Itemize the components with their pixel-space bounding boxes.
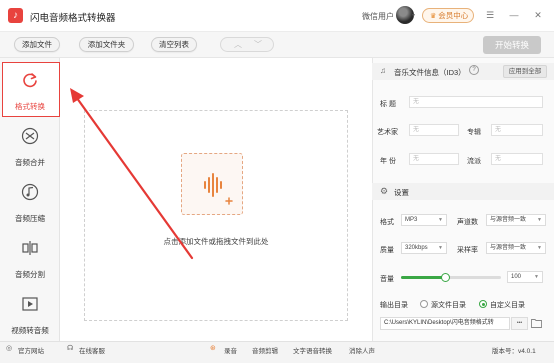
apply-all-button[interactable]: 应用到全部 — [503, 65, 547, 78]
start-convert-button[interactable]: 开始转换 — [483, 36, 541, 54]
user-name[interactable]: 微信用户 — [362, 11, 394, 22]
menu-icon[interactable]: ☰ — [483, 8, 497, 22]
move-down-icon[interactable]: ﹀ — [249, 38, 267, 51]
output-dir-label: 输出目录 — [380, 302, 408, 309]
globe-icon: ◎ — [6, 345, 13, 352]
album-input[interactable]: 无 — [491, 124, 543, 136]
minimize-icon[interactable]: — — [507, 8, 521, 22]
merge-icon — [21, 127, 39, 145]
sidebar-item-audio-merge[interactable]: 音频合并 — [0, 118, 60, 174]
sidebar-item-label: 格式转换 — [15, 102, 45, 111]
gear-icon: ⚙ — [380, 186, 389, 196]
close-icon[interactable]: ✕ — [531, 8, 545, 22]
quality-value: 320kbps — [405, 245, 428, 251]
year-label: 年 份 — [380, 158, 396, 165]
folder-icon[interactable] — [531, 318, 542, 328]
add-folder-button[interactable]: 添加文件夹 — [79, 37, 134, 52]
channel-select[interactable]: 与源音频一致 ▼ — [486, 214, 546, 226]
artist-label: 艺术家 — [377, 129, 398, 136]
annotation-arrow — [70, 88, 194, 260]
refresh-icon — [23, 73, 37, 88]
format-label: 格式 — [380, 219, 394, 226]
radio-dot — [481, 302, 485, 306]
artist-input[interactable]: 无 — [409, 124, 459, 136]
quality-label: 质量 — [380, 247, 394, 254]
format-value: MP3 — [405, 217, 418, 223]
volume-slider-handle[interactable] — [440, 273, 450, 282]
move-up-icon[interactable]: ︿ — [229, 38, 247, 51]
samplerate-value: 与源音频一致 — [490, 245, 527, 251]
channel-value: 与源音频一致 — [490, 217, 527, 223]
help-icon[interactable]: ? — [469, 65, 479, 75]
website-link[interactable]: 官方网站 — [18, 345, 44, 355]
chevron-down-icon: ▼ — [438, 245, 443, 251]
settings-section-header: ⚙ 设置 — [372, 183, 554, 200]
support-link[interactable]: 在线客服 — [79, 345, 105, 355]
format-select[interactable]: MP3 ▼ — [401, 214, 447, 226]
clear-list-button[interactable]: 清空列表 — [151, 37, 197, 52]
sidebar-item-format-convert[interactable]: 格式转换 — [0, 62, 60, 118]
source-dir-label: 源文件目录 — [431, 302, 466, 309]
split-icon — [22, 241, 38, 255]
samplerate-label: 采样率 — [457, 247, 478, 254]
volume-label: 音量 — [380, 276, 394, 283]
reorder-group: ︿ ﹀ — [220, 37, 274, 52]
settings-title: 设置 — [394, 188, 409, 197]
vip-center-button[interactable]: ♛ 会员中心 — [422, 8, 474, 23]
sidebar-item-label: 音频压缩 — [15, 214, 45, 223]
chevron-down-icon[interactable]: ▼ — [411, 13, 416, 19]
title-label: 标 题 — [380, 101, 396, 108]
tool-remove-vocals[interactable]: 消除人声 — [349, 345, 375, 355]
music-settings-icon: ♫ — [380, 66, 386, 75]
tool-audio-edit[interactable]: 音频剪辑 — [252, 345, 278, 355]
volume-slider-fill — [401, 276, 445, 279]
volume-stepper[interactable]: 100 ▼ — [507, 271, 543, 283]
volume-slider-track[interactable] — [401, 273, 501, 282]
chevron-down-icon: ▼ — [537, 245, 542, 251]
custom-dir-label: 自定义目录 — [490, 302, 525, 309]
sidebar-item-label: 视频转音频 — [11, 326, 49, 335]
vip-label: 会员中心 — [438, 11, 469, 20]
volume-value: 100 — [511, 274, 522, 280]
chevron-down-icon: ▼ — [537, 217, 542, 223]
sidebar-item-audio-compress[interactable]: 音频压缩 — [0, 174, 60, 230]
genre-label: 流派 — [467, 158, 481, 165]
radio-custom-dir[interactable] — [479, 300, 487, 308]
quality-select[interactable]: 320kbps ▼ — [401, 242, 447, 254]
chevron-down-icon: ▼ — [534, 274, 539, 280]
app-logo-icon: ♪ — [8, 8, 23, 23]
crown-icon: ♛ — [430, 13, 437, 20]
sidebar-item-label: 音频合并 — [15, 158, 45, 167]
sidebar-item-video-to-audio[interactable]: 视频转音频 — [0, 286, 60, 342]
title-input[interactable]: 无 — [409, 96, 543, 108]
samplerate-select[interactable]: 与源音频一致 ▼ — [486, 242, 546, 254]
album-label: 专辑 — [467, 129, 481, 136]
sidebar-item-label: 音频分割 — [15, 270, 45, 279]
channel-label: 声道数 — [457, 219, 478, 226]
browse-button[interactable]: ••• — [511, 317, 528, 330]
version-text: 版本号：v4.0.1 — [492, 348, 536, 355]
id3-title: 音乐文件信息（ID3） — [394, 68, 466, 77]
tool-text-to-speech[interactable]: 文字语音转换 — [293, 345, 332, 355]
tool-record[interactable]: 录音 — [224, 345, 237, 355]
genre-input[interactable]: 无 — [491, 153, 543, 165]
year-input[interactable]: 无 — [409, 153, 459, 165]
radio-source-dir[interactable] — [420, 300, 428, 308]
headset-icon: ☊ — [67, 345, 74, 352]
sidebar-item-audio-split[interactable]: 音频分割 — [0, 230, 60, 286]
chevron-down-icon: ▼ — [438, 217, 443, 223]
video-play-icon — [22, 297, 38, 311]
app-title: 闪电音频格式转换器 — [30, 13, 116, 24]
output-path-field[interactable]: C:\Users\KYLIN\Desktop\闪电音频格式转 — [380, 317, 510, 330]
add-file-button[interactable]: 添加文件 — [14, 37, 60, 52]
record-icon: ⊛ — [210, 345, 216, 352]
music-note-icon — [21, 183, 39, 201]
